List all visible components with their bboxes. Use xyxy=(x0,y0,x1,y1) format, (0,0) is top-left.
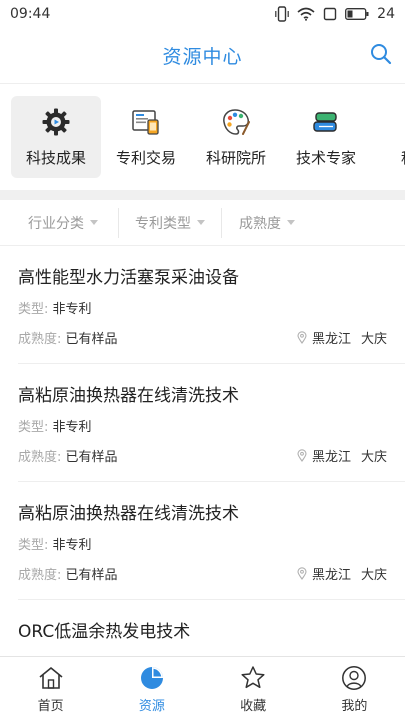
search-icon xyxy=(370,43,392,69)
palette-icon xyxy=(221,107,251,137)
category-label: 专利交易 xyxy=(115,148,176,167)
nav-home[interactable]: 首页 xyxy=(0,657,101,720)
list-item[interactable]: ORC低温余热发电技术 类型: 非专利 xyxy=(18,600,405,656)
type-value: 非专利 xyxy=(52,420,92,435)
list-item[interactable]: 高粘原油换热器在线清洗技术 类型: 非专利 成熟度: 已有样品 黑龙江 大庆 xyxy=(18,482,405,600)
nav-label: 首页 xyxy=(37,698,64,714)
nav-label: 我的 xyxy=(341,698,368,714)
more-icon xyxy=(401,107,405,137)
item-title: ORC低温余热发电技术 xyxy=(18,622,191,642)
maturity-value: 已有样品 xyxy=(65,332,118,347)
vibrate-icon xyxy=(275,6,289,22)
maturity-label: 成熟度: xyxy=(18,332,62,347)
search-button[interactable] xyxy=(367,42,395,70)
filter-label: 行业分类 xyxy=(28,215,84,232)
type-label: 类型: xyxy=(18,420,49,435)
status-bar: 09:44 24 xyxy=(0,0,405,28)
category-label: 科技成果 xyxy=(25,148,86,167)
item-maturity-row: 成熟度: 已有样品 xyxy=(18,328,118,347)
location-pin-icon xyxy=(297,331,307,344)
location-city: 大庆 xyxy=(360,450,387,465)
filter-maturity[interactable]: 成熟度 xyxy=(222,208,342,238)
caret-down-icon xyxy=(90,220,98,225)
filter-patent-type[interactable]: 专利类型 xyxy=(119,207,222,238)
item-location: 黑龙江 大庆 xyxy=(297,328,387,347)
nav-label: 资源 xyxy=(138,698,165,714)
user-icon xyxy=(340,664,368,692)
battery-level: 24 xyxy=(377,6,395,22)
category-more[interactable]: 科技 xyxy=(371,96,405,178)
list-item[interactable]: 高粘原油换热器在线清洗技术 类型: 非专利 成熟度: 已有样品 黑龙江 大庆 xyxy=(18,364,405,482)
pie-chart-icon xyxy=(138,664,166,692)
item-title: 高性能型水力活塞泵采油设备 xyxy=(18,268,239,288)
filter-bar: 行业分类 专利类型 成熟度 xyxy=(0,200,405,246)
filter-industry[interactable]: 行业分类 xyxy=(0,207,119,238)
item-maturity-row: 成熟度: 已有样品 xyxy=(18,564,118,583)
wifi-icon xyxy=(297,7,315,21)
result-list: 高性能型水力活塞泵采油设备 类型: 非专利 成熟度: 已有样品 黑龙江 大庆 高… xyxy=(0,246,405,656)
maturity-label: 成熟度: xyxy=(18,450,62,465)
nav-profile[interactable]: 我的 xyxy=(304,657,405,720)
gear-icon xyxy=(41,107,71,137)
category-research-institutes[interactable]: 科研院所 xyxy=(191,96,281,178)
filter-label: 专利类型 xyxy=(135,215,191,232)
location-pin-icon xyxy=(297,449,307,462)
type-value: 非专利 xyxy=(52,302,92,317)
category-tech-experts[interactable]: 技术专家 xyxy=(281,96,371,178)
nav-favorites[interactable]: 收藏 xyxy=(203,657,304,720)
location-city: 大庆 xyxy=(360,332,387,347)
item-type-row: 类型: 非专利 xyxy=(18,416,92,435)
item-title: 高粘原油换热器在线清洗技术 xyxy=(18,386,239,406)
status-icons: 24 xyxy=(275,6,395,22)
item-location: 黑龙江 大庆 xyxy=(297,564,387,583)
list-item[interactable]: 高性能型水力活塞泵采油设备 类型: 非专利 成熟度: 已有样品 黑龙江 大庆 xyxy=(18,246,405,364)
location-city: 大庆 xyxy=(360,568,387,583)
tablet-icon xyxy=(131,107,161,137)
sim-icon xyxy=(323,7,337,21)
category-label: 科研院所 xyxy=(205,148,266,167)
item-type-row: 类型: 非专利 xyxy=(18,298,92,317)
nav-label: 收藏 xyxy=(240,698,267,714)
star-icon xyxy=(239,664,267,692)
location-province: 黑龙江 xyxy=(311,568,351,583)
books-icon xyxy=(311,107,341,137)
filter-label: 成熟度 xyxy=(239,215,281,232)
location-province: 黑龙江 xyxy=(311,332,351,347)
status-time: 09:44 xyxy=(10,6,51,22)
section-divider xyxy=(0,190,405,200)
category-patent-trade[interactable]: 专利交易 xyxy=(101,96,191,178)
maturity-value: 已有样品 xyxy=(65,568,118,583)
category-label: 技术专家 xyxy=(295,148,356,167)
bottom-nav: 首页 资源 收藏 我的 xyxy=(0,656,405,720)
type-value: 非专利 xyxy=(52,538,92,553)
item-location: 黑龙江 大庆 xyxy=(297,446,387,465)
app-header: 资源中心 xyxy=(0,28,405,84)
battery-icon xyxy=(345,8,369,20)
item-type-row: 类型: 非专利 xyxy=(18,534,92,553)
page-title: 资源中心 xyxy=(162,46,243,68)
home-icon xyxy=(37,664,65,692)
type-label: 类型: xyxy=(18,538,49,553)
type-label: 类型: xyxy=(18,302,49,317)
caret-down-icon xyxy=(197,220,205,225)
location-pin-icon xyxy=(297,567,307,580)
nav-resources[interactable]: 资源 xyxy=(101,657,202,720)
maturity-value: 已有样品 xyxy=(65,450,118,465)
category-label: 科技 xyxy=(401,147,405,168)
item-maturity-row: 成熟度: 已有样品 xyxy=(18,446,118,465)
maturity-label: 成熟度: xyxy=(18,568,62,583)
item-title: 高粘原油换热器在线清洗技术 xyxy=(18,504,239,524)
caret-down-icon xyxy=(287,220,295,225)
category-strip: 科技成果 专利交易 科研院所 技术专家 xyxy=(0,84,405,190)
category-tech-results[interactable]: 科技成果 xyxy=(11,96,101,178)
location-province: 黑龙江 xyxy=(311,450,351,465)
